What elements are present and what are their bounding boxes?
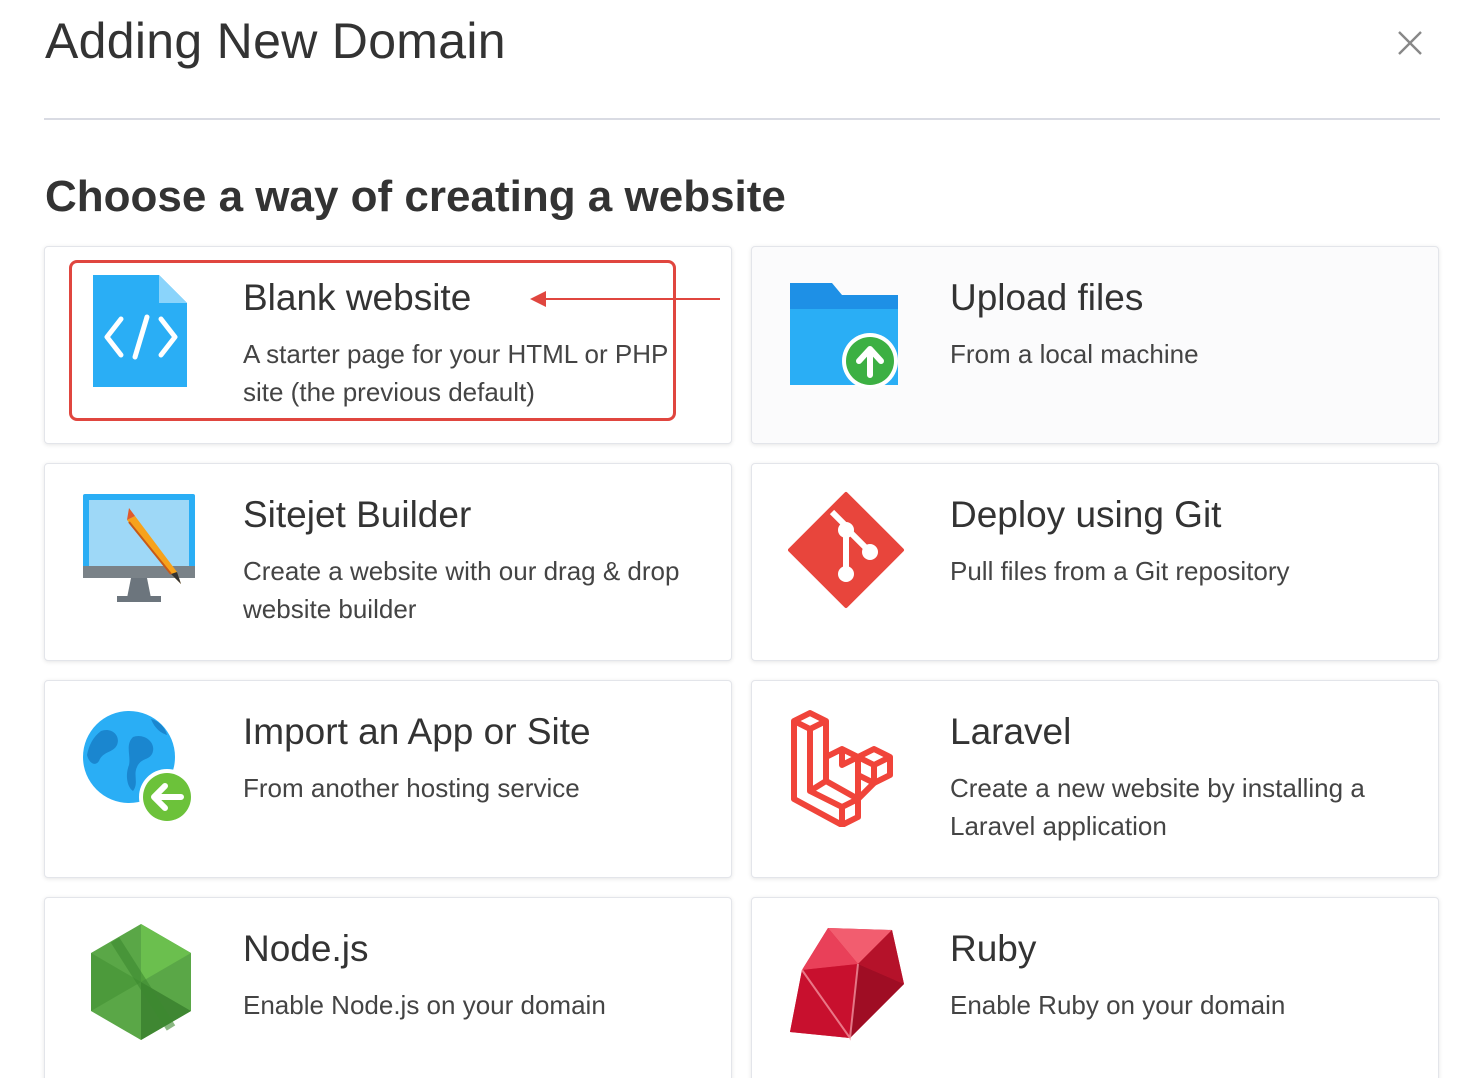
dialog-title: Adding New Domain	[45, 13, 506, 69]
option-title: Upload files	[950, 277, 1144, 318]
option-blank-website[interactable]: Blank website A starter page for your HT…	[44, 246, 732, 444]
option-description: A starter page for your HTML or PHP site…	[243, 339, 668, 407]
ruby-icon	[790, 928, 904, 1041]
option-sitejet-builder[interactable]: Sitejet Builder Create a website with ou…	[44, 463, 732, 661]
option-import-app[interactable]: Import an App or Site From another hosti…	[44, 680, 732, 878]
option-title: Deploy using Git	[950, 494, 1222, 535]
code-file-icon	[93, 275, 187, 387]
option-description: Create a website with our drag & drop we…	[243, 556, 680, 624]
option-nodejs[interactable]: Node.js Enable Node.js on your domain	[44, 897, 732, 1078]
close-button[interactable]	[1392, 25, 1428, 61]
option-title: Node.js	[243, 928, 369, 969]
nodejs-icon	[91, 924, 191, 1040]
folder-upload-icon	[790, 283, 898, 389]
option-description: From another hosting service	[243, 773, 580, 803]
option-title: Laravel	[950, 711, 1072, 752]
option-description: Create a new website by installing a Lar…	[950, 773, 1365, 841]
option-title: Ruby	[950, 928, 1037, 969]
monitor-pencil-icon	[83, 494, 195, 602]
option-title: Import an App or Site	[243, 711, 591, 752]
divider	[44, 118, 1440, 120]
option-description: Enable Node.js on your domain	[243, 990, 606, 1020]
option-description: Pull files from a Git repository	[950, 556, 1290, 586]
option-title: Blank website	[243, 277, 472, 318]
option-deploy-git[interactable]: Deploy using Git Pull files from a Git r…	[751, 463, 1439, 661]
option-description: Enable Ruby on your domain	[950, 990, 1286, 1020]
option-title: Sitejet Builder	[243, 494, 472, 535]
option-ruby[interactable]: Ruby Enable Ruby on your domain	[751, 897, 1439, 1078]
laravel-icon	[791, 710, 893, 827]
globe-import-icon	[83, 711, 195, 825]
option-upload-files[interactable]: Upload files From a local machine	[751, 246, 1439, 444]
section-heading: Choose a way of creating a website	[45, 172, 786, 221]
close-icon	[1398, 31, 1422, 55]
option-description: From a local machine	[950, 339, 1199, 369]
option-laravel[interactable]: Laravel Create a new website by installi…	[751, 680, 1439, 878]
git-icon	[788, 492, 904, 608]
